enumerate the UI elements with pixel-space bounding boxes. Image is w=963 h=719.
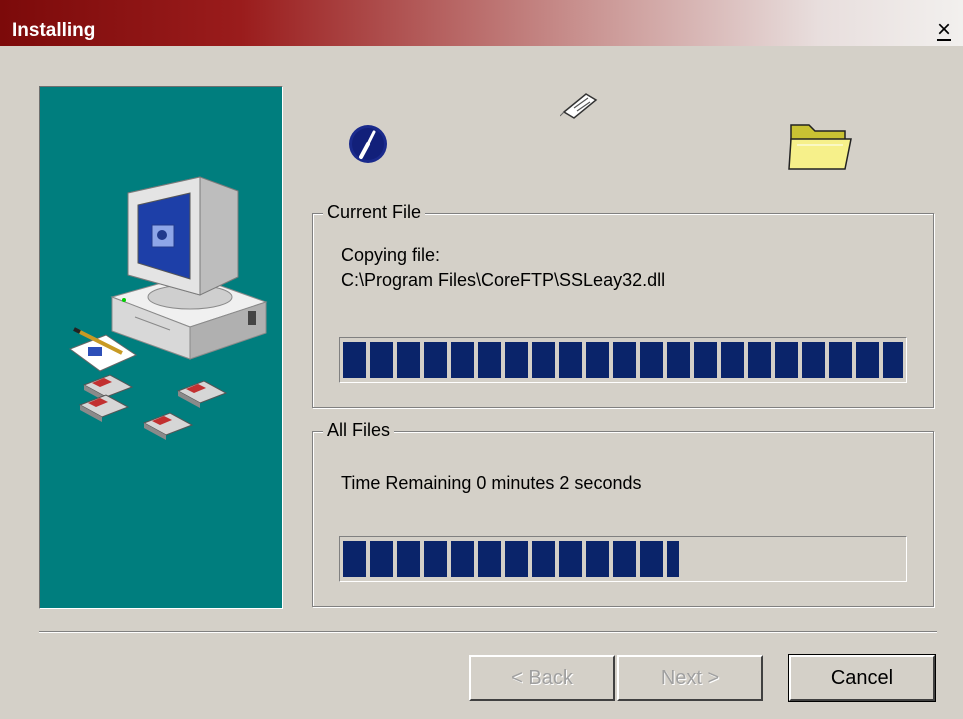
- all-files-progress-bar: [339, 536, 907, 582]
- current-file-path: C:\Program Files\CoreFTP\SSLeay32.dll: [341, 270, 666, 290]
- current-file-label: Current File: [323, 202, 426, 223]
- title-bar: Installing ×: [0, 0, 963, 46]
- current-file-progress-bar: [339, 337, 907, 383]
- close-button[interactable]: ×: [930, 18, 958, 42]
- side-illustration-panel: [39, 86, 283, 609]
- time-remaining-text: Time Remaining 0 minutes 2 seconds: [341, 473, 642, 493]
- cancel-button[interactable]: Cancel: [788, 654, 936, 702]
- computer-with-disks-illustration: [68, 176, 268, 440]
- all-files-progress-fill: [343, 541, 679, 577]
- current-file-progress-fill: [343, 342, 903, 378]
- back-button[interactable]: < Back: [469, 655, 615, 701]
- all-files-label: All Files: [323, 420, 395, 441]
- flying-page-icon: [560, 93, 598, 119]
- folder-icon: [788, 124, 852, 170]
- copying-label: Copying file:: [341, 245, 441, 265]
- window-title: Installing: [12, 20, 96, 41]
- clock-icon: [349, 125, 387, 163]
- button-separator: [39, 631, 937, 633]
- next-button[interactable]: Next >: [617, 655, 763, 701]
